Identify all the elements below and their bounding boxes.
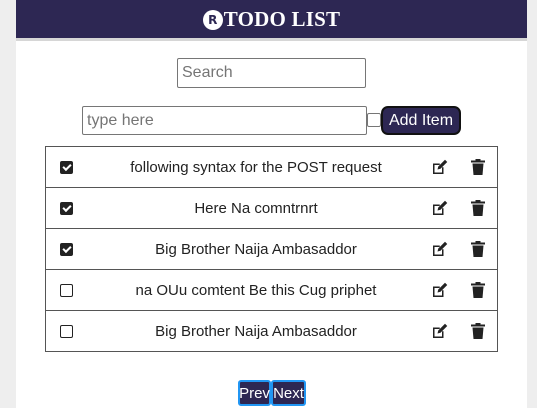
edit-icon[interactable] <box>430 200 448 218</box>
todo-text: Here Na comntrnrt <box>194 199 318 217</box>
todo-checkbox[interactable] <box>60 325 73 338</box>
todo-list: following syntax for the POST request He… <box>45 146 498 352</box>
todo-text: following syntax for the POST request <box>130 158 382 176</box>
todo-checkbox[interactable] <box>60 243 73 256</box>
add-item-button[interactable]: Add Item <box>381 106 461 135</box>
todo-row: Here Na comntrnrt <box>46 188 497 229</box>
edit-icon[interactable] <box>430 282 448 300</box>
todo-row: Big Brother Naija Ambasaddor <box>46 229 497 270</box>
new-item-checkbox[interactable] <box>367 113 381 127</box>
registered-logo-icon: R <box>202 10 223 30</box>
todo-row: na OUu comtent Be this Cug priphet <box>46 270 497 311</box>
prev-page-button[interactable]: Prev <box>238 380 271 406</box>
app-header: R TODO LIST <box>16 0 527 41</box>
trash-icon[interactable] <box>471 241 485 257</box>
todo-text: na OUu comtent Be this Cug priphet <box>135 281 377 299</box>
trash-icon[interactable] <box>471 200 485 216</box>
edit-icon[interactable] <box>430 323 448 341</box>
todo-row: following syntax for the POST request <box>46 147 497 188</box>
edit-icon[interactable] <box>430 241 448 259</box>
app-frame: R TODO LIST Add Item following syntax fo… <box>16 0 527 408</box>
todo-text: Big Brother Naija Ambasaddor <box>155 322 357 340</box>
next-page-button[interactable]: Next <box>271 380 306 406</box>
trash-icon[interactable] <box>471 323 485 339</box>
todo-checkbox[interactable] <box>60 161 73 174</box>
todo-checkbox[interactable] <box>60 202 73 215</box>
trash-icon[interactable] <box>471 159 485 175</box>
pagination: Prev Next <box>238 380 306 406</box>
search-input[interactable] <box>177 58 366 88</box>
todo-checkbox[interactable] <box>60 284 73 297</box>
todo-row: Big Brother Naija Ambasaddor <box>46 311 497 351</box>
todo-text: Big Brother Naija Ambasaddor <box>155 240 357 258</box>
new-item-input[interactable] <box>82 106 367 135</box>
trash-icon[interactable] <box>471 282 485 298</box>
edit-icon[interactable] <box>430 159 448 177</box>
page-title: TODO LIST <box>223 6 341 31</box>
